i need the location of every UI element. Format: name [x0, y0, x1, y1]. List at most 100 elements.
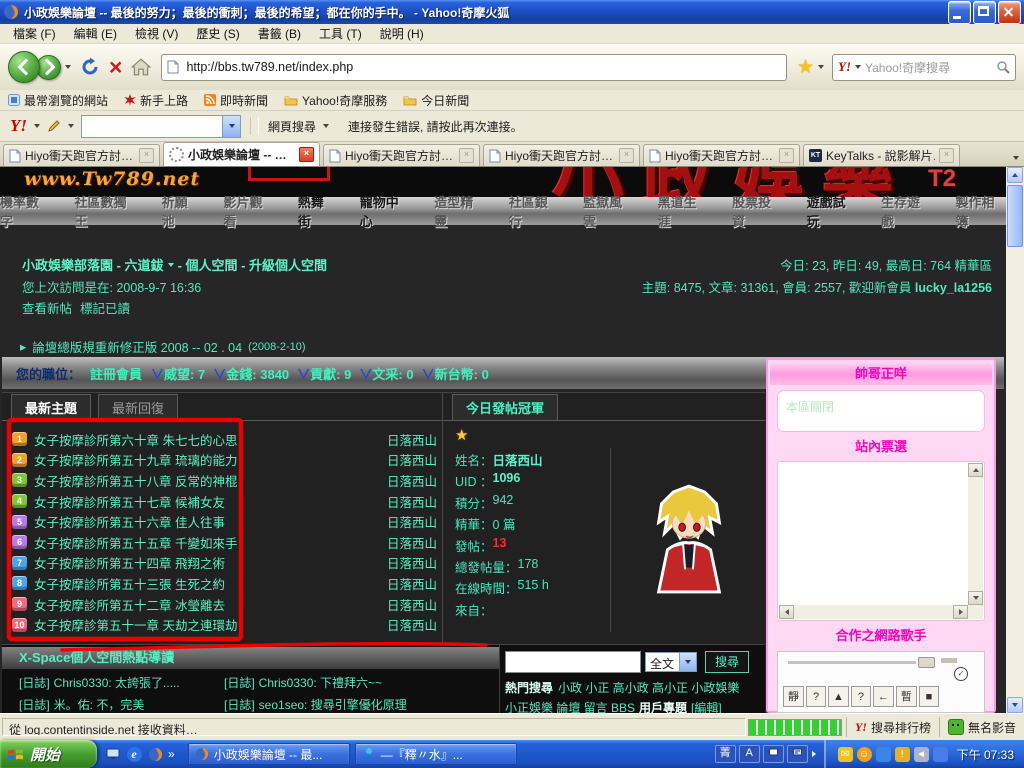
tab-close-icon[interactable]: ×	[939, 148, 954, 163]
nav-link[interactable]: 遊戲試玩	[807, 192, 857, 230]
menu-item[interactable]: 檢視 (V)	[126, 23, 187, 44]
yahoo-logo-dropdown[interactable]	[34, 124, 40, 128]
nav-link[interactable]: 製作相簿	[956, 192, 1006, 230]
tab-3[interactable]: Hiyo衝天跑官方討… ×	[323, 144, 480, 166]
topic-title-link[interactable]: 女子按摩診所第五十三張 生死之約	[34, 574, 380, 593]
new-member-link[interactable]: lucky_la1256	[915, 281, 992, 295]
page-scroll-up-button[interactable]	[1007, 167, 1023, 183]
ime-mode-a[interactable]: A	[739, 745, 760, 763]
maximize-button[interactable]	[973, 1, 996, 24]
web-search-button[interactable]: 網頁搜尋	[268, 118, 316, 135]
player-button[interactable]: ?	[851, 686, 871, 707]
topic-title-link[interactable]: 女子按摩診第五十一章 天劫之連環劫	[34, 615, 380, 634]
tab-2-active[interactable]: 小政娛樂論壇 -- … ×	[163, 142, 320, 166]
player-volume-bar[interactable]	[941, 658, 957, 663]
toolbar-error-message[interactable]: 連接發生錯誤, 請按此再次連接。	[348, 118, 523, 135]
reload-button[interactable]	[80, 57, 100, 77]
web-search-dropdown[interactable]	[323, 124, 329, 128]
magnifier-icon[interactable]	[996, 60, 1010, 74]
wretch-video-statusbar-item[interactable]: 無名影音	[939, 717, 1024, 737]
search-input[interactable]: Yahoo!奇摩搜尋	[865, 59, 992, 76]
topic-author-link[interactable]: 日落西山	[387, 574, 437, 593]
topic-title-link[interactable]: 女子按摩診所第五十七章 候補女友	[34, 492, 380, 511]
ime-indicator[interactable]: 菁	[715, 745, 736, 763]
pencil-dropdown[interactable]	[68, 124, 74, 128]
topic-author-link[interactable]: 日落西山	[387, 553, 437, 572]
player-button[interactable]: ?	[806, 686, 826, 707]
player-button[interactable]: 暫	[896, 686, 917, 707]
vertical-scrollbar[interactable]	[968, 463, 983, 605]
scroll-right-button[interactable]	[953, 605, 968, 619]
ime-keyboard-icon[interactable]	[763, 745, 784, 763]
site-search-input[interactable]	[505, 651, 641, 673]
topic-title-link[interactable]: 女子按摩診所第五十八章 反常的神棍	[34, 471, 380, 490]
player-seek-handle[interactable]	[918, 657, 935, 668]
page-scroll-down-button[interactable]	[1007, 697, 1023, 713]
view-new-posts-link[interactable]: 查看新帖	[22, 302, 72, 316]
tab-list-dropdown[interactable]	[1013, 156, 1019, 160]
tray-mail-icon[interactable]: ✉	[838, 747, 853, 762]
tab-4[interactable]: Hiyo衝天跑官方討… ×	[483, 144, 640, 166]
menu-item[interactable]: 說明 (H)	[371, 23, 433, 44]
edit-link[interactable]: [編輯]	[691, 701, 722, 713]
player-button[interactable]: ▲	[828, 686, 849, 707]
tab-close-icon[interactable]: ×	[619, 148, 634, 163]
yahoo-toolbar-logo[interactable]: Y!	[10, 116, 27, 136]
player-button[interactable]: 靜	[783, 686, 804, 707]
bookmark-star-icon[interactable]: ★	[797, 56, 814, 79]
nav-link[interactable]: 生存遊戲	[881, 192, 931, 230]
history-dropdown[interactable]	[65, 65, 71, 69]
hot-search-line1[interactable]: 熱門搜尋小政 小正 高小政 高小正 小政娛樂	[505, 679, 763, 696]
bookmark-today-news[interactable]: 今日新聞	[403, 92, 469, 109]
tray-messenger-icon[interactable]: ☺	[857, 747, 872, 762]
scroll-left-button[interactable]	[779, 605, 794, 619]
nav-link[interactable]: 寵物中心	[360, 192, 410, 230]
search-engine-dropdown[interactable]	[855, 65, 861, 69]
breadcrumb[interactable]: 小政娛樂部落園 - 六道鈸- 個人空間 - 升級個人空間	[22, 255, 327, 274]
scroll-up-button[interactable]	[968, 463, 983, 477]
scroll-down-button[interactable]	[968, 591, 983, 605]
tray-volume-icon[interactable]: ◄	[914, 747, 929, 762]
xspace-entry[interactable]: [日誌]米。佑: 不，完美	[19, 696, 224, 713]
toolbar-splitter[interactable]	[250, 117, 259, 135]
tab-latest-replies[interactable]: 最新回復	[98, 394, 178, 420]
tab-latest-topics[interactable]: 最新主題	[11, 394, 91, 420]
ime-pad-icon[interactable]	[787, 745, 808, 763]
player-button[interactable]: ■	[919, 686, 939, 707]
topic-author-link[interactable]: 日落西山	[387, 615, 437, 634]
bookmark-latest-news[interactable]: 即時新聞	[204, 92, 268, 109]
player-seek-track[interactable]	[788, 661, 916, 664]
menu-item[interactable]: 檔案 (F)	[4, 23, 65, 44]
start-button[interactable]: 開始	[0, 740, 97, 768]
taskbar-task-messenger[interactable]: —『釋〃水』...	[355, 743, 517, 765]
topic-author-link[interactable]: 日落西山	[387, 533, 437, 552]
nav-link[interactable]: 社區數獨王	[74, 192, 137, 230]
topic-author-link[interactable]: 日落西山	[387, 512, 437, 531]
topic-author-link[interactable]: 日落西山	[387, 471, 437, 490]
yahoo-rank-statusbar-item[interactable]: Y!搜尋排行榜	[846, 717, 939, 737]
bookmark-getting-started[interactable]: 新手上路	[124, 92, 188, 109]
topic-author-link[interactable]: 日落西山	[387, 595, 437, 614]
player-button[interactable]: ←	[873, 686, 894, 707]
tray-alert-icon[interactable]: !	[895, 747, 910, 762]
tab-close-icon[interactable]: ×	[459, 148, 474, 163]
section-dropdown[interactable]	[168, 263, 174, 267]
mark-read-link[interactable]: 標記已讀	[80, 302, 130, 316]
page-scroll-thumb[interactable]	[1007, 185, 1023, 247]
minimize-button[interactable]	[948, 1, 971, 24]
nav-link[interactable]: 黑道生涯	[658, 192, 708, 230]
topic-title-link[interactable]: 女子按摩診所第五十二章 冰瑩離去	[34, 595, 380, 614]
ie-quicklaunch-icon[interactable]: e	[126, 746, 142, 762]
show-desktop-icon[interactable]	[105, 746, 121, 762]
nav-link[interactable]: 祈願池	[162, 192, 200, 230]
announcement[interactable]: ▸ 論壇總版規重新修正版 2008 -- 02 . 04 (2008-2-10)	[20, 337, 306, 356]
taskbar-task-firefox[interactable]: 小政娛樂論壇 -- 最...	[188, 743, 350, 765]
menu-item[interactable]: 書籤 (B)	[249, 23, 310, 44]
stop-button[interactable]: ×	[109, 57, 122, 77]
nav-link[interactable]: 影片觀看	[223, 192, 273, 230]
tab-close-icon[interactable]: ×	[779, 148, 794, 163]
toolbar-search-input[interactable]	[82, 116, 222, 137]
topic-title-link[interactable]: 女子按摩診所第五十九章 琉璃的能力	[34, 450, 380, 469]
nav-link[interactable]: 社區銀行	[509, 192, 559, 230]
topic-author-link[interactable]: 日落西山	[387, 450, 437, 469]
